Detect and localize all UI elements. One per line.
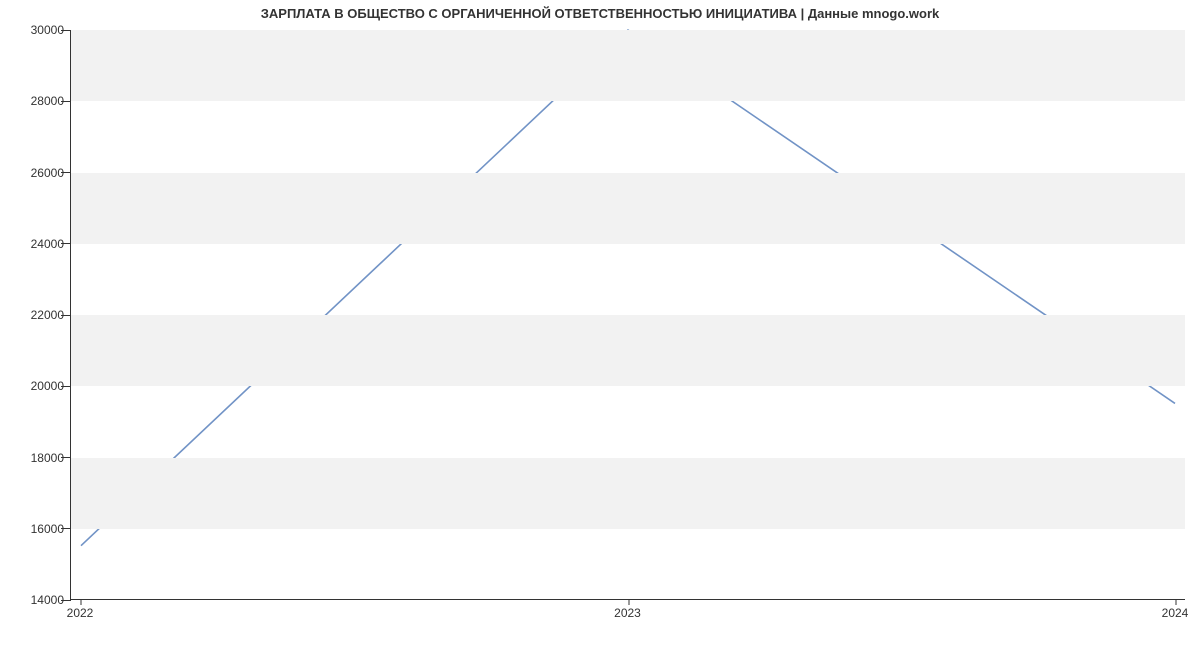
x-tick [81, 599, 82, 605]
grid-band [71, 30, 1185, 101]
grid-band [71, 315, 1185, 386]
chart-container: ЗАРПЛАТА В ОБЩЕСТВО С ОРГАНИЧЕННОЙ ОТВЕТ… [0, 0, 1200, 650]
chart-title: ЗАРПЛАТА В ОБЩЕСТВО С ОРГАНИЧЕННОЙ ОТВЕТ… [0, 6, 1200, 21]
x-tick-label: 2022 [67, 606, 94, 620]
y-tick-label: 18000 [31, 451, 64, 465]
x-tick-label: 2024 [1162, 606, 1189, 620]
y-tick-label: 24000 [31, 237, 64, 251]
y-tick-label: 14000 [31, 593, 64, 607]
y-tick-label: 16000 [31, 522, 64, 536]
y-tick-label: 26000 [31, 166, 64, 180]
y-tick-label: 22000 [31, 308, 64, 322]
x-tick [628, 599, 629, 605]
grid-band [71, 173, 1185, 244]
y-tick-label: 28000 [31, 94, 64, 108]
x-tick [1176, 599, 1177, 605]
plot-area [70, 30, 1185, 600]
y-tick-label: 20000 [31, 379, 64, 393]
grid-band [71, 458, 1185, 529]
y-tick-label: 30000 [31, 23, 64, 37]
x-tick-label: 2023 [614, 606, 641, 620]
